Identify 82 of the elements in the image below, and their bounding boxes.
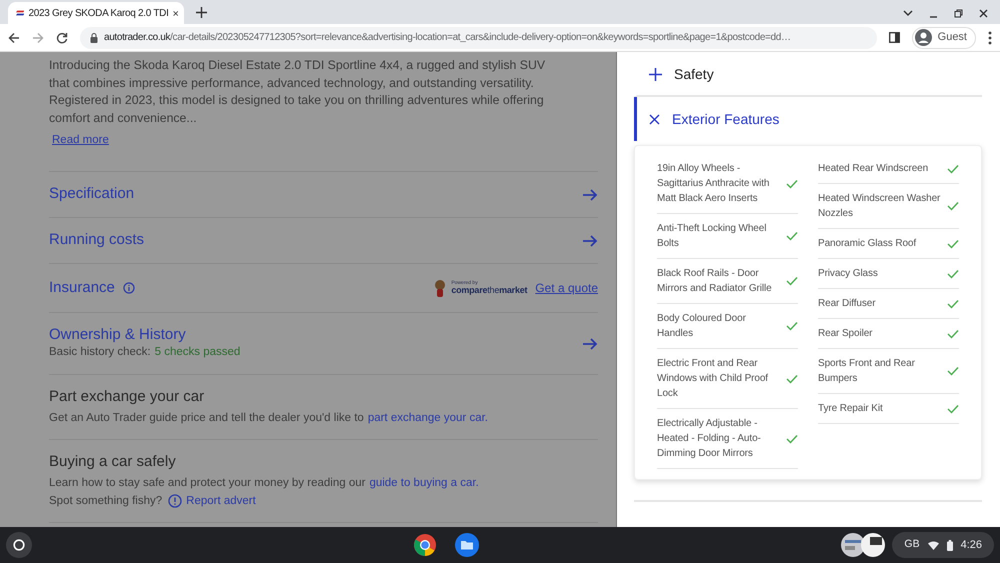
quote-link[interactable]: Get a quote	[535, 279, 598, 297]
browser-tab[interactable]: 2023 Grey SKODA Karoq 2.0 TDI	[8, 2, 184, 24]
section-link[interactable]: Insurance	[49, 276, 115, 300]
close-icon[interactable]	[649, 114, 660, 124]
browser-app-icon[interactable]	[413, 533, 438, 557]
alert-icon	[168, 494, 182, 508]
feature-text: Panoramic Glass Roof	[818, 237, 916, 251]
inline-link[interactable]: part exchange your car.	[368, 409, 488, 427]
check-icon	[947, 238, 959, 248]
check-icon	[947, 201, 959, 211]
section-text: Get an Auto Trader guide price and tell the dealer you'd like to	[49, 411, 364, 426]
check-icon	[947, 164, 959, 174]
check-icon	[947, 404, 959, 414]
inline-link[interactable]: Report advert	[186, 492, 256, 510]
feature-text: Tyre Repair Kit	[818, 402, 883, 416]
site-favicon	[16, 9, 24, 17]
restore-icon[interactable]	[954, 9, 963, 18]
description-text: Introducing the Skoda Karoq Diesel Estate 2.0 TDI Sportline 4x4, a rugged and stylish SUV that combines impressive performance, advanced technology, and outstanding versatility. Registered in 2023, this model is designed to take you on thrilling adventures while offering comfort and convenience...	[49, 57, 546, 126]
lock-icon	[90, 32, 98, 42]
check-icon	[947, 298, 959, 308]
feature-text: 19in Alloy Wheels - Sagittarius Anthracite with Matt Black Aero Inserts	[657, 162, 770, 206]
keyboard-layout: GB	[904, 537, 920, 552]
check-icon	[786, 276, 798, 286]
status-tray[interactable]: GB 4:26	[892, 532, 994, 558]
accordion-header[interactable]: Exterior Features	[634, 97, 982, 141]
reload-icon[interactable]	[56, 32, 68, 44]
section-heading: Part exchange your car	[49, 387, 206, 407]
check-icon	[786, 178, 798, 188]
avatar-icon	[914, 29, 932, 46]
side-panel-icon[interactable]	[888, 32, 900, 43]
section-text: Spot something fishy?	[49, 494, 162, 509]
new-tab-icon[interactable]	[196, 7, 207, 18]
clock-time: 4:26	[960, 538, 982, 553]
check-icon	[786, 434, 798, 444]
partner-logo: comparethemarket	[451, 286, 528, 295]
feature-text: Anti-Theft Locking Wheel Bolts	[657, 222, 768, 251]
feature-text: Body Coloured Door Handles	[657, 312, 747, 341]
address-field[interactable]: autotrader.co.uk/car-details/202305247712305?sort=relevance&advertising-location=at_cars&include-delivery-option=on&keywords=sportline&page=1&postcode=dd…	[80, 26, 877, 48]
accordion-title: Safety	[674, 64, 714, 84]
feature-text: Heated Rear Windscreen	[818, 162, 928, 176]
feature-text: Privacy Glass	[818, 267, 878, 281]
section-link[interactable]: Specification	[49, 183, 134, 206]
more-icon[interactable]	[988, 30, 992, 44]
accordion-title: Exterior Features	[672, 110, 780, 128]
section-text: Learn how to stay safe and protect your money by reading our	[49, 476, 366, 491]
folder-app-icon[interactable]	[455, 533, 480, 557]
launcher-icon	[13, 539, 25, 551]
arrow-right-icon[interactable]	[582, 188, 598, 200]
accordion-header[interactable]: Safety	[634, 53, 982, 97]
history-label: Basic history check:	[49, 345, 151, 360]
battery-icon	[946, 540, 953, 550]
close-icon[interactable]	[979, 9, 988, 18]
info-icon[interactable]	[122, 282, 135, 294]
window-thumbnail-icon[interactable]	[840, 532, 886, 558]
feature-text: Electric Front and Rear Windows with Child Proof Lock	[657, 357, 769, 401]
feature-text: Rear Spoiler	[818, 327, 872, 341]
inline-link[interactable]: guide to buying a car.	[369, 474, 479, 492]
chevron-down-icon[interactable]	[903, 10, 913, 17]
feature-text: Sports Front and Rear Bumpers	[818, 357, 916, 386]
close-icon[interactable]	[172, 8, 178, 18]
check-icon	[947, 366, 959, 376]
back-icon[interactable]	[8, 32, 20, 44]
check-icon	[786, 321, 798, 331]
profile-button[interactable]: Guest	[912, 26, 976, 48]
feature-text: Black Roof Rails - Door Mirrors and Radiator Grille	[657, 267, 773, 296]
section-link[interactable]: Ownership & History	[49, 325, 240, 344]
plus-icon[interactable]	[649, 68, 662, 80]
check-icon	[947, 268, 959, 278]
read-more-link[interactable]: Read more	[52, 134, 109, 146]
feature-text: Heated Windscreen Washer Nozzles	[818, 192, 942, 221]
launcher-button[interactable]	[6, 532, 32, 558]
wifi-icon	[928, 540, 939, 550]
section-link[interactable]: Running costs	[49, 229, 144, 252]
check-icon	[786, 231, 798, 241]
check-icon	[786, 374, 798, 384]
section-heading: Buying a car safely	[49, 452, 177, 472]
feature-text: Electrically Adjustable - Heated - Folding - Auto-Dimming Door Mirrors	[657, 417, 762, 461]
check-icon	[947, 328, 959, 338]
history-status: 5 checks passed	[154, 345, 240, 360]
arrow-right-icon[interactable]	[582, 234, 598, 246]
arrow-right-icon[interactable]	[582, 338, 598, 350]
feature-text: Rear Diffuser	[818, 297, 876, 311]
